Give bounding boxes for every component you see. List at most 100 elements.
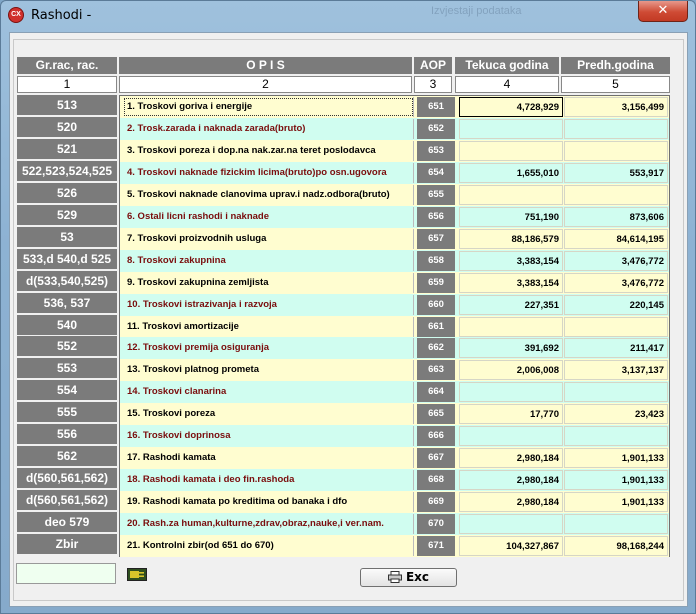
previous-year-cell[interactable] (564, 141, 668, 161)
table-row[interactable]: 13. Troskovi platnog prometa 663 2,006,008… (120, 359, 669, 381)
header-num-aop: 3 (414, 76, 452, 93)
aop-cell: 671 (417, 536, 455, 556)
close-button[interactable]: ✕ (638, 1, 688, 22)
account-cell: 536, 537 (17, 293, 117, 313)
table-row[interactable]: 17. Rashodi kamata 667 2,980,184 1,901,133 (120, 447, 669, 469)
opis-cell: 17. Rashodi kamata (123, 448, 414, 468)
table-row[interactable]: 18. Rashodi kamata i deo fin.rashoda 668 2… (120, 469, 669, 491)
previous-year-cell[interactable]: 1,901,133 (564, 448, 668, 468)
rashodi-window: CX Rashodi - Izvjestaji podataka ✕ Gr.ra… (0, 0, 696, 614)
opis-cell: 1. Troskovi goriva i energije (123, 97, 414, 117)
expense-grid[interactable]: 1. Troskovi goriva i energije 651 4,728,92… (119, 95, 670, 557)
previous-year-cell[interactable]: 1,901,133 (564, 492, 668, 512)
current-year-cell[interactable]: 17,770 (459, 404, 563, 424)
table-row[interactable]: 14. Troskovi clanarina 664 (120, 381, 669, 403)
current-year-cell[interactable]: 88,186,579 (459, 229, 563, 249)
current-year-cell[interactable] (459, 317, 563, 337)
account-cell: Zbir (17, 534, 117, 554)
current-year-cell[interactable] (459, 141, 563, 161)
previous-year-cell[interactable]: 84,614,195 (564, 229, 668, 249)
previous-year-cell[interactable]: 3,156,499 (564, 97, 668, 117)
previous-year-cell[interactable]: 3,476,772 (564, 251, 668, 271)
previous-year-cell[interactable]: 220,145 (564, 295, 668, 315)
opis-cell: 3. Troskovi poreza i dop.na nak.zar.na t… (123, 141, 414, 161)
previous-year-cell[interactable]: 873,606 (564, 207, 668, 227)
aop-cell: 657 (417, 229, 455, 249)
opis-cell: 10. Troskovi istrazivanja i razvoja (123, 295, 414, 315)
opis-cell: 21. Kontrolni zbir(od 651 do 670) (123, 536, 414, 556)
current-year-cell[interactable]: 104,327,867 (459, 536, 563, 556)
previous-year-cell[interactable]: 3,476,772 (564, 273, 668, 293)
status-field[interactable] (16, 563, 116, 584)
previous-year-cell[interactable] (564, 185, 668, 205)
table-row[interactable]: 19. Rashodi kamata po kreditima od banak… (120, 491, 669, 513)
header-previous-year: Predh.godina (561, 57, 670, 74)
current-year-cell[interactable] (459, 514, 563, 534)
aop-cell: 655 (417, 185, 455, 205)
table-row[interactable]: 6. Ostali licni rashodi i naknade 656 751,… (120, 206, 669, 228)
previous-year-cell[interactable] (564, 426, 668, 446)
current-year-cell[interactable]: 227,351 (459, 295, 563, 315)
current-year-cell[interactable]: 4,728,929 (459, 97, 563, 117)
previous-year-cell[interactable]: 553,917 (564, 163, 668, 183)
table-row[interactable]: 16. Troskovi doprinosa 666 (120, 425, 669, 447)
previous-year-cell[interactable]: 211,417 (564, 338, 668, 358)
previous-year-cell[interactable]: 1,901,133 (564, 470, 668, 490)
opis-cell: 11. Troskovi amortizacije (123, 317, 414, 337)
previous-year-cell[interactable]: 23,423 (564, 404, 668, 424)
table-row[interactable]: 2. Trosk.zarada i naknada zarada(bruto) 6… (120, 118, 669, 140)
table-row[interactable]: 15. Troskovi poreza 665 17,770 23,423 (120, 403, 669, 425)
current-year-cell[interactable]: 2,980,184 (459, 492, 563, 512)
table-row[interactable]: 1. Troskovi goriva i energije 651 4,728,92… (120, 96, 669, 118)
table-row[interactable]: 4. Troskovi naknade fizickim licima(brut… (120, 162, 669, 184)
current-year-cell[interactable]: 3,383,154 (459, 273, 563, 293)
table-row[interactable]: 7. Troskovi proizvodnih usluga 657 88,186,… (120, 228, 669, 250)
table-row[interactable]: 20. Rash.za human,kulturne,zdrav,obraz,n… (120, 513, 669, 535)
table-row[interactable]: 12. Troskovi premija osiguranja 662 391,69… (120, 337, 669, 359)
opis-cell: 6. Ostali licni rashodi i naknade (123, 207, 414, 227)
account-cell: 555 (17, 402, 117, 422)
current-year-cell[interactable]: 2,006,008 (459, 360, 563, 380)
table-row[interactable]: 11. Troskovi amortizacije 661 (120, 316, 669, 338)
previous-year-cell[interactable] (564, 317, 668, 337)
current-year-cell[interactable]: 391,692 (459, 338, 563, 358)
client-area: Gr.rac, rac. O P I S AOP Tekuca godina P… (9, 32, 688, 607)
current-year-cell[interactable]: 2,980,184 (459, 448, 563, 468)
header-aop: AOP (414, 57, 452, 74)
current-year-cell[interactable] (459, 119, 563, 139)
aop-cell: 670 (417, 514, 455, 534)
current-year-cell[interactable]: 2,980,184 (459, 470, 563, 490)
aop-cell: 665 (417, 404, 455, 424)
exit-button[interactable]: Exc (360, 568, 457, 587)
current-year-cell[interactable]: 1,655,010 (459, 163, 563, 183)
aop-cell: 658 (417, 251, 455, 271)
previous-year-cell[interactable] (564, 514, 668, 534)
current-year-cell[interactable]: 751,190 (459, 207, 563, 227)
table-row[interactable]: 10. Troskovi istrazivanja i razvoja 660 22… (120, 294, 669, 316)
previous-year-cell[interactable]: 98,168,244 (564, 536, 668, 556)
account-cell: 552 (17, 336, 117, 356)
current-year-cell[interactable] (459, 185, 563, 205)
table-row[interactable]: 21. Kontrolni zbir(od 651 do 670) 671 104,… (120, 535, 669, 557)
aop-cell: 666 (417, 426, 455, 446)
header-num-account: 1 (17, 76, 117, 93)
title-bar[interactable]: CX Rashodi - Izvjestaji podataka ✕ (1, 1, 695, 31)
account-cell: 520 (17, 117, 117, 137)
exit-button-label: Exc (405, 570, 430, 584)
aop-cell: 651 (417, 97, 455, 117)
current-year-cell[interactable]: 3,383,154 (459, 251, 563, 271)
table-row[interactable]: 3. Troskovi poreza i dop.na nak.zar.na t… (120, 140, 669, 162)
background-window-text: Izvjestaji podataka (431, 5, 522, 17)
plug-icon[interactable] (127, 568, 147, 581)
current-year-cell[interactable] (459, 426, 563, 446)
opis-cell: 2. Trosk.zarada i naknada zarada(bruto) (123, 119, 414, 139)
table-row[interactable]: 8. Troskovi zakupnina 658 3,383,154 3,476,7… (120, 250, 669, 272)
previous-year-cell[interactable]: 3,137,137 (564, 360, 668, 380)
aop-cell: 654 (417, 163, 455, 183)
table-row[interactable]: 5. Troskovi naknade clanovima uprav.i na… (120, 184, 669, 206)
current-year-cell[interactable] (459, 382, 563, 402)
previous-year-cell[interactable] (564, 119, 668, 139)
opis-cell: 20. Rash.za human,kulturne,zdrav,obraz,n… (123, 514, 414, 534)
table-row[interactable]: 9. Troskovi zakupnina zemljista 659 3,383,… (120, 272, 669, 294)
previous-year-cell[interactable] (564, 382, 668, 402)
